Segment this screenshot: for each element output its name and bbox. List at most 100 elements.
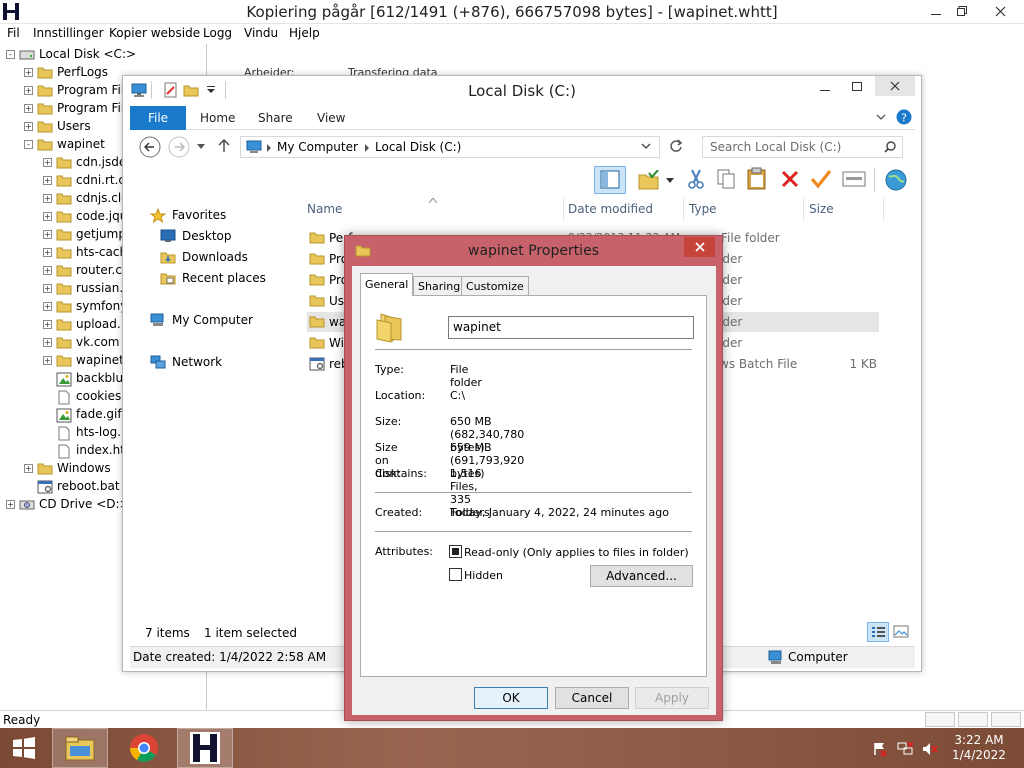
folder-name-input[interactable]: wapinet <box>448 316 694 339</box>
tree-item[interactable]: + cdn.jsde <box>43 153 126 171</box>
tree-item[interactable]: + symfony <box>43 297 127 315</box>
expand-icon[interactable]: + <box>43 301 52 311</box>
column-date-modified[interactable]: Date modified <box>568 202 653 216</box>
tree-item[interactable]: fade.gif <box>43 405 122 423</box>
address-bar[interactable]: My Computer Local Disk (C:) <box>240 136 660 158</box>
tree-item[interactable]: + code.jqu <box>43 207 127 225</box>
tree-item[interactable]: + hts-cach <box>43 243 127 261</box>
apply-button[interactable]: Apply <box>635 687 709 709</box>
chevron-down-icon[interactable] <box>641 143 651 151</box>
tree-item[interactable]: + Users <box>24 117 91 135</box>
close-icon[interactable] <box>984 0 1016 22</box>
tree-item[interactable]: + router.c <box>43 261 122 279</box>
readonly-checkbox[interactable] <box>449 545 462 558</box>
menu-vindu[interactable]: Vindu <box>244 26 278 40</box>
expand-icon[interactable]: + <box>6 499 15 509</box>
tree-item[interactable]: + russian. <box>43 279 123 297</box>
folder-options-icon[interactable] <box>638 170 660 190</box>
menu-hjelp[interactable]: Hjelp <box>289 26 320 40</box>
up-icon[interactable] <box>218 139 230 153</box>
expand-icon[interactable]: + <box>43 211 52 221</box>
expand-icon[interactable]: + <box>43 247 52 257</box>
preview-pane-button[interactable] <box>594 166 626 194</box>
hidden-checkbox[interactable] <box>449 568 462 581</box>
tab-file[interactable]: File <box>130 106 186 130</box>
recent-locations-icon[interactable] <box>197 144 205 150</box>
tree-item[interactable]: + upload. <box>43 315 121 333</box>
close-icon[interactable] <box>875 76 915 96</box>
nav-recent-places[interactable]: Recent places <box>160 271 266 285</box>
delete-icon[interactable] <box>780 169 800 189</box>
close-icon[interactable] <box>684 237 715 257</box>
taskbar-clock[interactable]: 3:22 AM 1/4/2022 <box>952 733 1006 763</box>
expand-icon[interactable]: + <box>43 175 52 185</box>
column-divider[interactable] <box>803 198 804 220</box>
expand-icon[interactable]: + <box>24 463 33 473</box>
column-divider[interactable] <box>563 198 564 220</box>
expand-icon[interactable]: + <box>24 67 33 77</box>
expand-icon[interactable]: + <box>24 85 33 95</box>
globe-icon[interactable] <box>884 168 908 192</box>
expand-icon[interactable]: + <box>43 283 52 293</box>
column-type[interactable]: Type <box>689 202 717 216</box>
chevron-down-icon[interactable] <box>666 178 674 183</box>
paste-icon[interactable] <box>746 167 768 191</box>
tree-item[interactable]: + CD Drive <D:> <box>6 495 130 513</box>
tree-item[interactable]: + PerfLogs <box>24 63 108 81</box>
tree-item[interactable]: + getjump <box>43 225 126 243</box>
nav-downloads[interactable]: Downloads <box>160 250 248 264</box>
search-input[interactable]: Search Local Disk (C:) <box>702 136 903 158</box>
taskbar-explorer[interactable] <box>52 728 108 768</box>
column-size[interactable]: Size <box>809 202 834 216</box>
large-icons-view-icon[interactable] <box>892 623 910 641</box>
ribbon-expand-icon[interactable] <box>876 114 886 122</box>
tree-item[interactable]: + cdnjs.clo <box>43 189 129 207</box>
nav-network[interactable]: Network <box>150 355 222 369</box>
tree-item[interactable]: + Windows <box>24 459 111 477</box>
cut-icon[interactable] <box>686 168 706 190</box>
tab-customize[interactable]: Customize <box>461 276 529 295</box>
tree-item[interactable]: + Program Fil <box>24 81 124 99</box>
collapse-icon[interactable]: - <box>24 139 33 149</box>
tree-item[interactable]: + Program Fil <box>24 99 124 117</box>
volume-icon[interactable] <box>922 741 940 757</box>
back-button[interactable] <box>139 136 161 158</box>
forward-button[interactable] <box>168 136 190 158</box>
start-button[interactable] <box>0 728 48 768</box>
tree-item[interactable]: - Local Disk <C:> <box>6 45 136 63</box>
minimize-button[interactable] <box>809 76 841 98</box>
menu-kopier-webside[interactable]: Kopier webside <box>109 26 200 40</box>
column-divider[interactable] <box>883 198 884 220</box>
taskbar-httrack[interactable] <box>177 728 233 768</box>
tree-item[interactable]: backblu <box>43 369 123 387</box>
nav-favorites[interactable]: Favorites <box>150 208 226 224</box>
menu-logg[interactable]: Logg <box>203 26 232 40</box>
tree-item[interactable]: + wapinet <box>43 351 124 369</box>
expand-icon[interactable]: + <box>43 355 52 365</box>
action-center-icon[interactable] <box>872 741 888 757</box>
restore-button[interactable] <box>946 0 978 22</box>
tree-item[interactable]: - wapinet <box>24 135 105 153</box>
collapse-icon[interactable]: - <box>6 49 15 59</box>
chevron-right-icon[interactable] <box>364 144 370 152</box>
help-icon[interactable]: ? <box>896 109 912 125</box>
tree-item[interactable]: + vk.com <box>43 333 120 351</box>
tree-item[interactable]: cookies. <box>43 387 125 405</box>
nav-desktop[interactable]: Desktop <box>160 229 232 243</box>
network-icon[interactable] <box>897 741 915 757</box>
tree-item[interactable]: hts-log. <box>43 423 121 441</box>
tab-sharing[interactable]: Sharing <box>413 276 466 295</box>
rename-icon[interactable] <box>810 169 832 189</box>
tree-item[interactable]: reboot.bat <box>24 477 120 495</box>
taskbar-chrome[interactable] <box>116 728 172 768</box>
details-view-icon[interactable] <box>867 622 889 642</box>
expand-icon[interactable]: + <box>43 319 52 329</box>
expand-icon[interactable]: + <box>43 265 52 275</box>
cancel-button[interactable]: Cancel <box>555 687 629 709</box>
column-divider[interactable] <box>683 198 684 220</box>
expand-icon[interactable]: + <box>24 121 33 131</box>
expand-icon[interactable]: + <box>24 103 33 113</box>
tree-item[interactable]: index.ht <box>43 441 125 459</box>
tab-home[interactable]: Home <box>200 111 235 125</box>
maximize-button[interactable] <box>841 76 873 98</box>
